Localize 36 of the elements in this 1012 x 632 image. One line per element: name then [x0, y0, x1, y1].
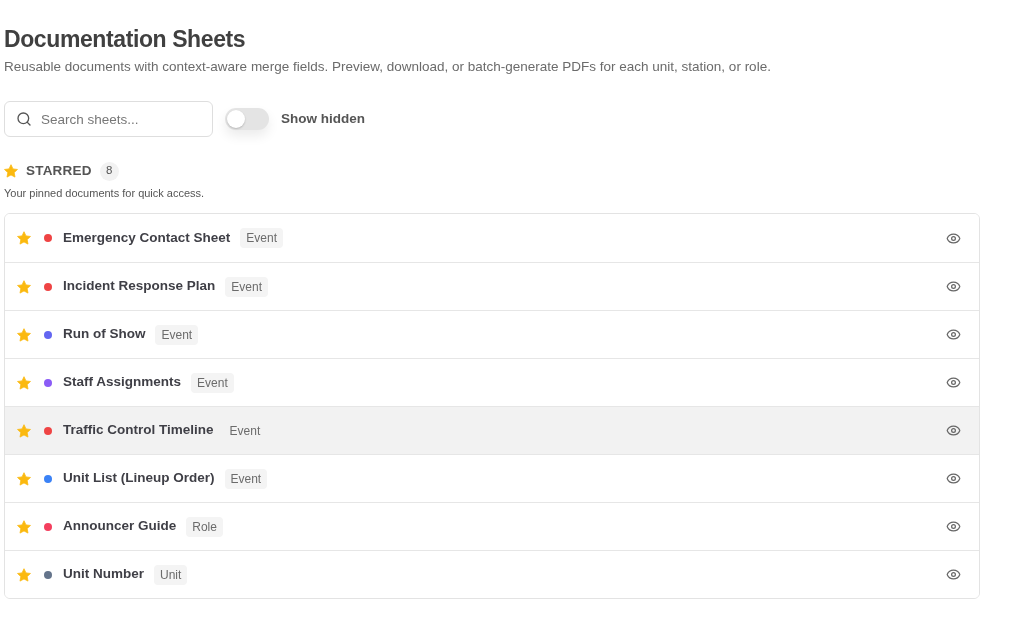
sheet-name: Traffic Control Timeline — [63, 421, 214, 440]
category-tag: Event — [191, 372, 234, 393]
category-tag: Event — [224, 468, 268, 489]
category-tag: Event — [223, 420, 267, 441]
sheet-name: Unit Number — [63, 565, 144, 584]
sheet-name: Staff Assignments — [63, 373, 182, 392]
sheet-name: Run of Show — [63, 325, 146, 344]
category-tag: Event — [155, 324, 199, 345]
eye-icon[interactable] — [946, 471, 961, 486]
eye-icon[interactable] — [946, 519, 961, 534]
star-icon — [4, 164, 18, 178]
category-tag: Event — [225, 276, 268, 297]
sheet-name: Unit List (Lineup Order) — [63, 469, 215, 488]
section-description: Your pinned documents for quick access. — [4, 186, 205, 201]
sheet-name: Emergency Contact Sheet — [63, 228, 231, 247]
page-title: Documentation Sheets — [4, 25, 246, 54]
sheet-row[interactable]: Traffic Control Timeline Event — [5, 406, 979, 454]
show-hidden-label: Show hidden — [281, 109, 365, 128]
page-description: Reusable documents with context-aware merge fields. Preview, download, or batch-generate PDFs for each unit, station, or role. — [4, 58, 771, 76]
sheet-row[interactable]: Unit Number Unit — [5, 550, 979, 598]
eye-icon[interactable] — [946, 327, 961, 342]
item-count: 8 — [99, 161, 119, 181]
sheet-name: Incident Response Plan — [63, 277, 216, 296]
eye-icon[interactable] — [946, 230, 961, 246]
search-icon — [16, 111, 32, 127]
eye-icon[interactable] — [946, 567, 961, 582]
category-tag: Role — [186, 516, 223, 537]
category-tag: Event — [240, 228, 283, 248]
eye-icon[interactable] — [946, 279, 961, 294]
search-field[interactable]: Search sheets... — [4, 101, 213, 137]
eye-icon[interactable] — [946, 423, 961, 438]
category-tag: Unit — [154, 564, 188, 585]
show-hidden-toggle[interactable] — [225, 108, 269, 130]
section-title: STARRED — [26, 161, 92, 180]
eye-icon[interactable] — [946, 375, 961, 390]
sheet-name: Announcer Guide — [63, 517, 177, 536]
